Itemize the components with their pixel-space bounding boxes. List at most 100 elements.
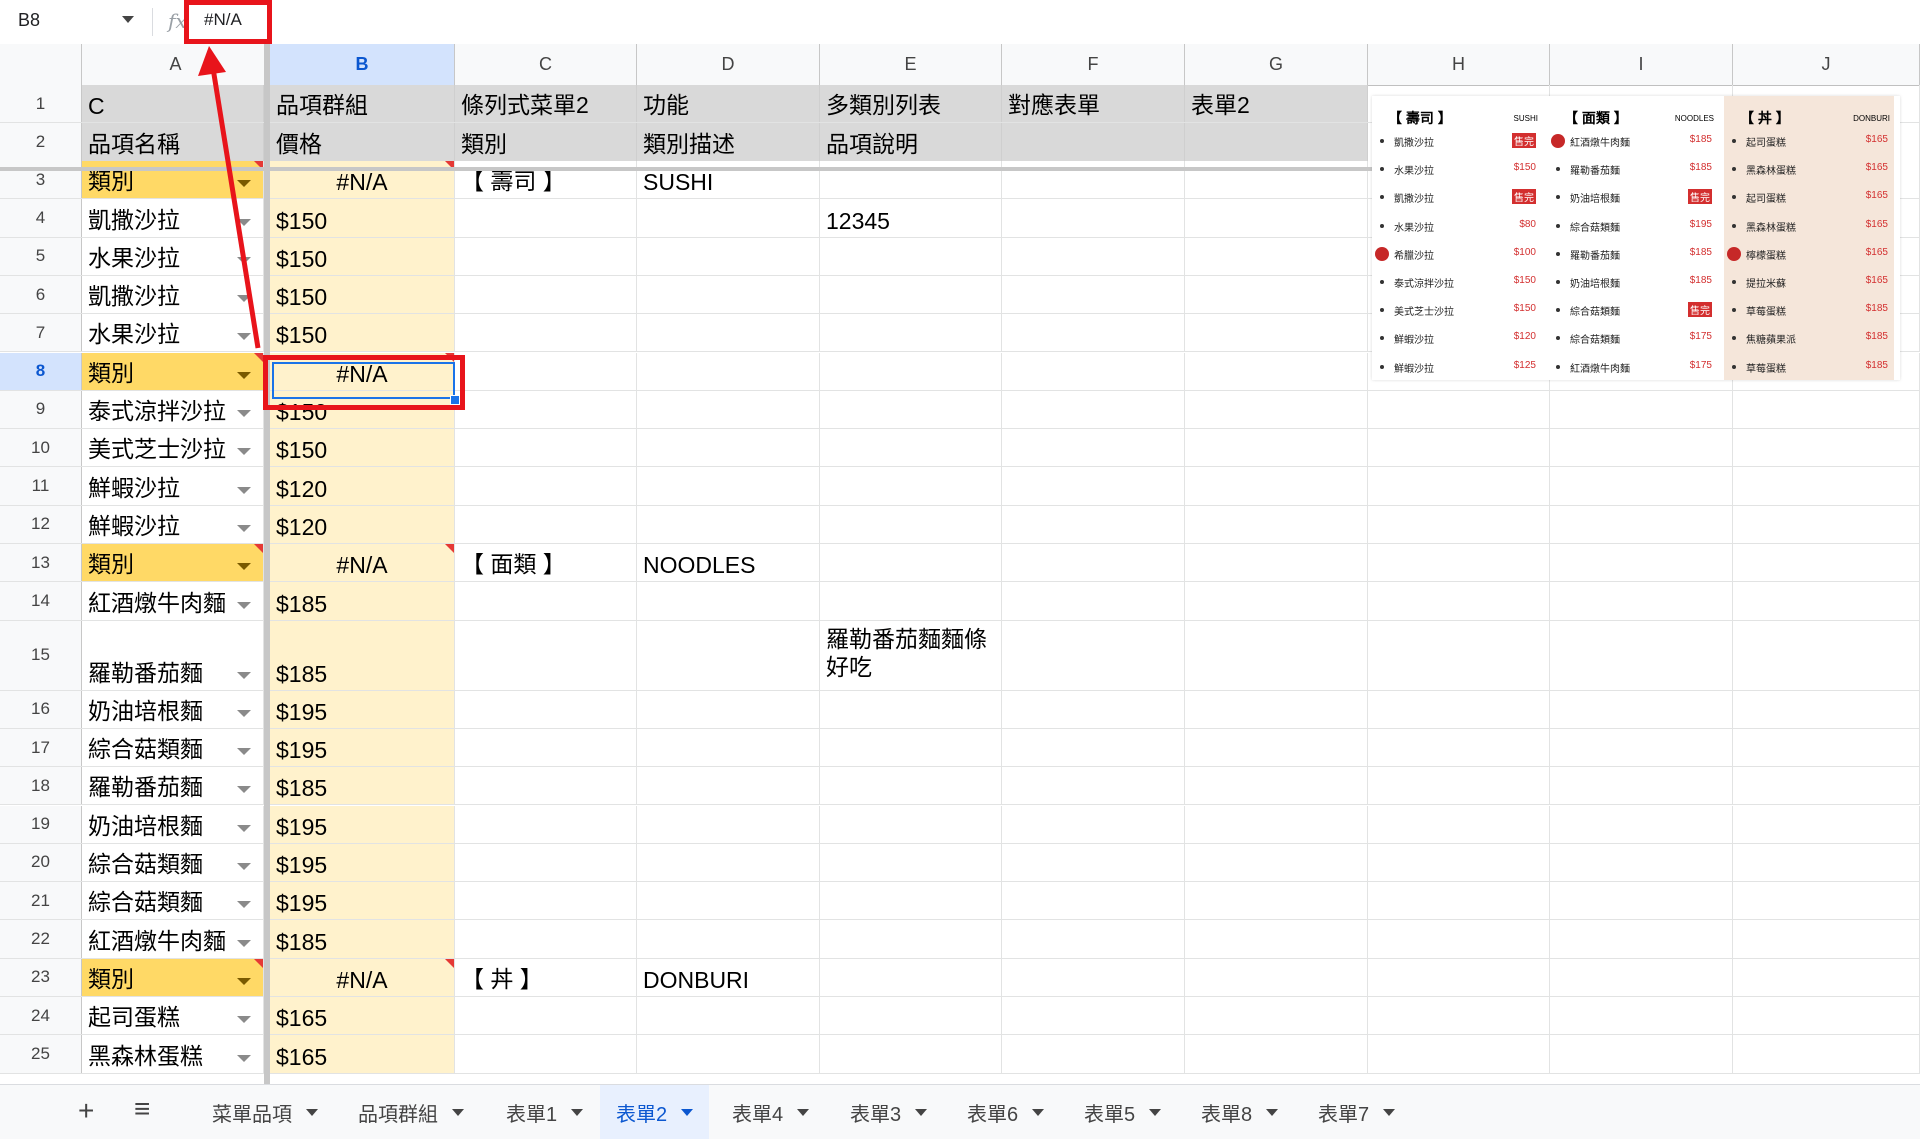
sheet-tab[interactable]: 表單7 — [1302, 1085, 1411, 1139]
cell-f7[interactable] — [1002, 314, 1185, 352]
cell-j9[interactable] — [1733, 390, 1920, 429]
dropdown-chevron-icon[interactable] — [237, 256, 251, 264]
cell-e10[interactable] — [820, 429, 1002, 467]
cell-i9[interactable] — [1550, 390, 1733, 429]
cell-e11[interactable] — [820, 467, 1002, 505]
cell-g15[interactable] — [1185, 620, 1368, 690]
cell-a22[interactable]: 紅酒燉牛肉麵 — [82, 920, 264, 958]
dropdown-chevron-icon[interactable] — [237, 939, 251, 947]
cell-i22[interactable] — [1550, 920, 1733, 958]
cell-j24[interactable] — [1733, 997, 1920, 1035]
cell-d19[interactable] — [637, 805, 820, 843]
cell-e8[interactable] — [820, 352, 1002, 390]
cell-i11[interactable] — [1550, 467, 1733, 505]
cell-j16[interactable] — [1733, 690, 1920, 728]
row-header[interactable]: 16 — [0, 690, 82, 728]
cell-c23[interactable]: 【 丼 】 — [455, 958, 637, 996]
dropdown-chevron-icon[interactable] — [237, 601, 251, 609]
cell-a10[interactable]: 美式芝士沙拉 — [82, 429, 264, 467]
cell-b15[interactable]: $185 — [270, 620, 455, 690]
cell-j23[interactable] — [1733, 958, 1920, 996]
cell-e12[interactable] — [820, 505, 1002, 543]
column-header-d[interactable]: D — [637, 44, 820, 85]
cell-f9[interactable] — [1002, 390, 1185, 429]
cell-e16[interactable] — [820, 690, 1002, 728]
cell-f23[interactable] — [1002, 958, 1185, 996]
cell-i21[interactable] — [1550, 882, 1733, 920]
dropdown-chevron-icon[interactable] — [237, 977, 251, 985]
cell-d1[interactable]: 功能 — [637, 85, 820, 122]
cell-j21[interactable] — [1733, 882, 1920, 920]
cell-c2[interactable]: 類別 — [455, 123, 637, 161]
cell-e2[interactable]: 品項說明 — [820, 123, 1002, 161]
cell-e1[interactable]: 多類別列表 — [820, 85, 1002, 122]
cell-h23[interactable] — [1368, 958, 1550, 996]
dropdown-chevron-icon[interactable] — [237, 1054, 251, 1062]
cell-a9[interactable]: 泰式涼拌沙拉 — [82, 390, 264, 429]
cell-d9[interactable] — [637, 390, 820, 429]
cell-c19[interactable] — [455, 805, 637, 843]
cell-h21[interactable] — [1368, 882, 1550, 920]
cell-f11[interactable] — [1002, 467, 1185, 505]
cell-b16[interactable]: $195 — [270, 690, 455, 728]
cell-j13[interactable] — [1733, 544, 1920, 582]
cell-d20[interactable] — [637, 843, 820, 882]
row-header[interactable]: 24 — [0, 997, 82, 1035]
sheet-tab[interactable]: 表單2 — [600, 1085, 710, 1139]
cell-c16[interactable] — [455, 690, 637, 728]
cell-j19[interactable] — [1733, 805, 1920, 843]
tab-menu-caret-icon[interactable] — [797, 1108, 810, 1116]
cell-f4[interactable] — [1002, 199, 1185, 237]
cell-a20[interactable]: 綜合菇類麵 — [82, 843, 264, 882]
cell-j18[interactable] — [1733, 767, 1920, 805]
row-header[interactable]: 18 — [0, 767, 82, 805]
cell-g8[interactable] — [1185, 352, 1368, 390]
cell-g5[interactable] — [1185, 237, 1368, 275]
cell-a6[interactable]: 凱撒沙拉 — [82, 275, 264, 314]
cell-e9[interactable] — [820, 390, 1002, 429]
cell-c6[interactable] — [455, 275, 637, 314]
cell-g13[interactable] — [1185, 544, 1368, 582]
row-header[interactable]: 23 — [0, 958, 82, 996]
cell-c21[interactable] — [455, 882, 637, 920]
cell-f1[interactable]: 對應表單 — [1002, 85, 1185, 122]
cell-a4[interactable]: 凱撒沙拉 — [82, 199, 264, 237]
row-header[interactable]: 20 — [0, 843, 82, 882]
dropdown-chevron-icon[interactable] — [237, 333, 251, 341]
cell-e4[interactable]: 12345 — [820, 199, 1002, 237]
dropdown-chevron-icon[interactable] — [237, 180, 251, 188]
cell-c25[interactable] — [455, 1035, 637, 1073]
column-header-e[interactable]: E — [820, 44, 1002, 85]
column-header-a[interactable]: A — [82, 44, 270, 85]
cell-c24[interactable] — [455, 997, 637, 1035]
sheet-tab[interactable]: 表單4 — [716, 1085, 825, 1139]
cell-b17[interactable]: $195 — [270, 728, 455, 767]
cell-g22[interactable] — [1185, 920, 1368, 958]
cell-h19[interactable] — [1368, 805, 1550, 843]
cell-f25[interactable] — [1002, 1035, 1185, 1073]
dropdown-chevron-icon[interactable] — [237, 410, 251, 418]
cell-d23[interactable]: DONBURI — [637, 958, 820, 996]
select-all-corner[interactable] — [0, 44, 82, 85]
cell-e19[interactable] — [820, 805, 1002, 843]
cell-i17[interactable] — [1550, 728, 1733, 767]
sheet-tab[interactable]: 表單5 — [1068, 1085, 1177, 1139]
cell-c7[interactable] — [455, 314, 637, 352]
cell-f8[interactable] — [1002, 352, 1185, 390]
cell-i18[interactable] — [1550, 767, 1733, 805]
cell-a19[interactable]: 奶油培根麵 — [82, 805, 264, 843]
cell-i20[interactable] — [1550, 843, 1733, 882]
cell-g17[interactable] — [1185, 728, 1368, 767]
cell-h18[interactable] — [1368, 767, 1550, 805]
tab-menu-caret-icon[interactable] — [681, 1108, 694, 1116]
cell-g18[interactable] — [1185, 767, 1368, 805]
cell-g25[interactable] — [1185, 1035, 1368, 1073]
cell-g11[interactable] — [1185, 467, 1368, 505]
row-header[interactable]: 4 — [0, 199, 82, 237]
cell-i14[interactable] — [1550, 582, 1733, 620]
cell-b10[interactable]: $150 — [270, 429, 455, 467]
cell-a13[interactable]: 類別 — [82, 544, 264, 582]
cell-i15[interactable] — [1550, 620, 1733, 690]
cell-j20[interactable] — [1733, 843, 1920, 882]
tab-menu-caret-icon[interactable] — [452, 1108, 464, 1116]
